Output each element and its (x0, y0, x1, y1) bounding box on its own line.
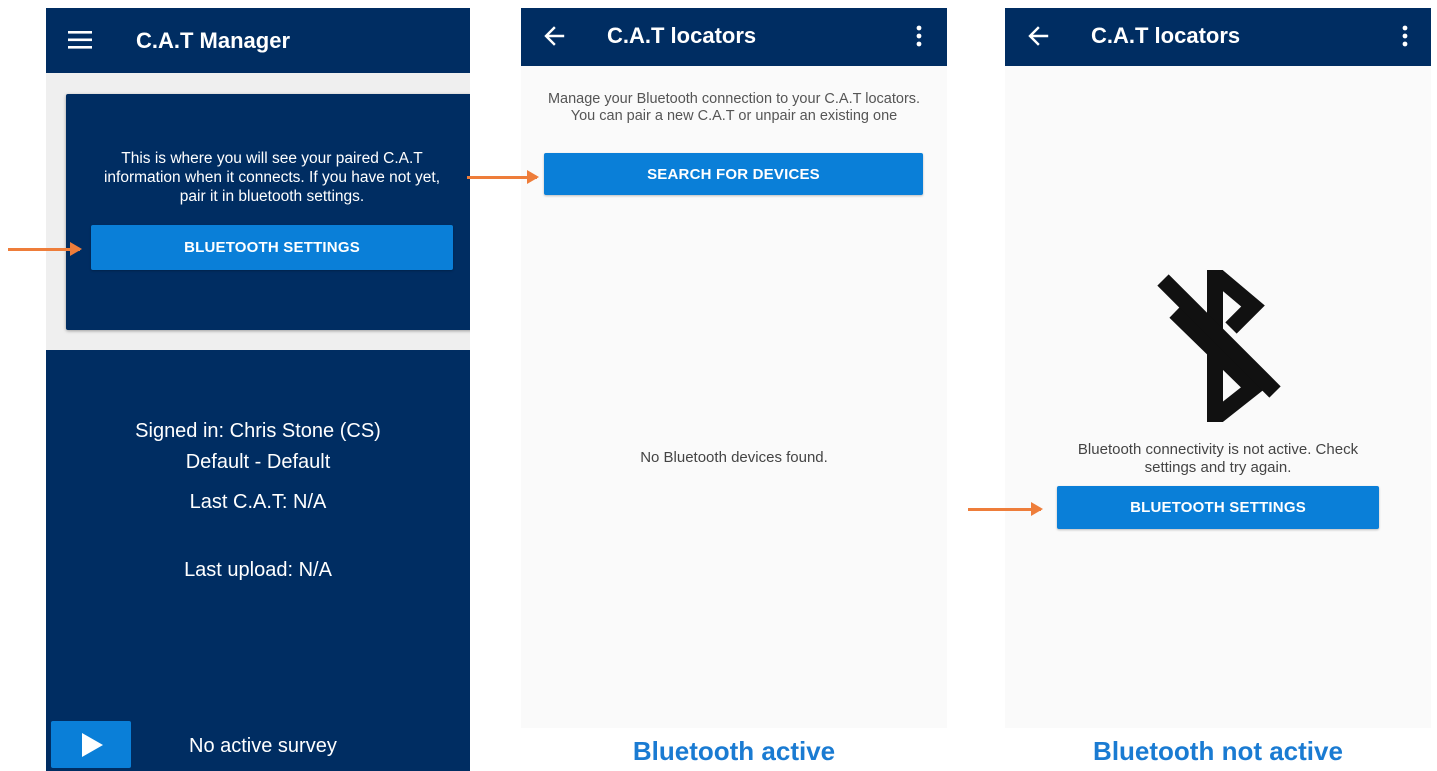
default-text: Default - Default (185, 451, 331, 473)
play-icon (82, 733, 103, 757)
app-bar: C.A.T Manager (46, 8, 470, 73)
no-survey-text: No active survey (189, 735, 337, 757)
menu-icon[interactable] (68, 30, 94, 50)
last-upload-text: Last upload: N/A (184, 559, 332, 581)
app-bar: C.A.T locators (1005, 8, 1431, 66)
bluetooth-disabled-icon (1153, 256, 1283, 435)
last-cat-text: Last C.A.T: N/A (189, 491, 327, 513)
cat-manager-screen: C.A.T Manager This is where you will see… (46, 8, 470, 771)
page-title: C.A.T Manager (136, 28, 291, 53)
more-vert-icon[interactable] (915, 24, 923, 48)
cat-locators-active-screen: C.A.T locators Manage your Bluetooth con… (521, 8, 947, 728)
page-title: C.A.T locators (607, 23, 757, 48)
info-card-area: This is where you will see your paired C… (46, 73, 470, 350)
card-message: This is where you will see your paired C… (103, 150, 441, 205)
bluetooth-settings-button[interactable]: BLUETOOTH SETTINGS (91, 225, 453, 270)
callout-arrow (968, 502, 1043, 516)
caption-bluetooth-active: Bluetooth active (632, 736, 836, 766)
info-card: This is where you will see your paired C… (66, 94, 470, 330)
cat-locators-inactive-screen: C.A.T locators Bluetooth connectivity is… (1005, 8, 1431, 728)
callout-arrow (467, 170, 539, 184)
caption-bluetooth-not-active: Bluetooth not active (1093, 736, 1343, 766)
empty-state-text: No Bluetooth devices found. (640, 449, 828, 466)
page-title: C.A.T locators (1091, 23, 1241, 48)
signed-in-text: Signed in: Chris Stone (CS) (135, 420, 381, 442)
app-bar: C.A.T locators (521, 8, 947, 66)
more-vert-icon[interactable] (1401, 24, 1409, 48)
back-arrow-icon[interactable] (1027, 25, 1049, 47)
bluetooth-inactive-message: Bluetooth connectivity is not active. Ch… (1077, 441, 1359, 476)
callout-arrow (8, 242, 82, 256)
search-devices-button[interactable]: SEARCH FOR DEVICES (544, 153, 923, 195)
play-button[interactable] (51, 721, 131, 768)
bluetooth-settings-button[interactable]: BLUETOOTH SETTINGS (1057, 486, 1379, 529)
back-arrow-icon[interactable] (543, 25, 565, 47)
intro-text: Manage your Bluetooth connection to your… (547, 91, 921, 124)
